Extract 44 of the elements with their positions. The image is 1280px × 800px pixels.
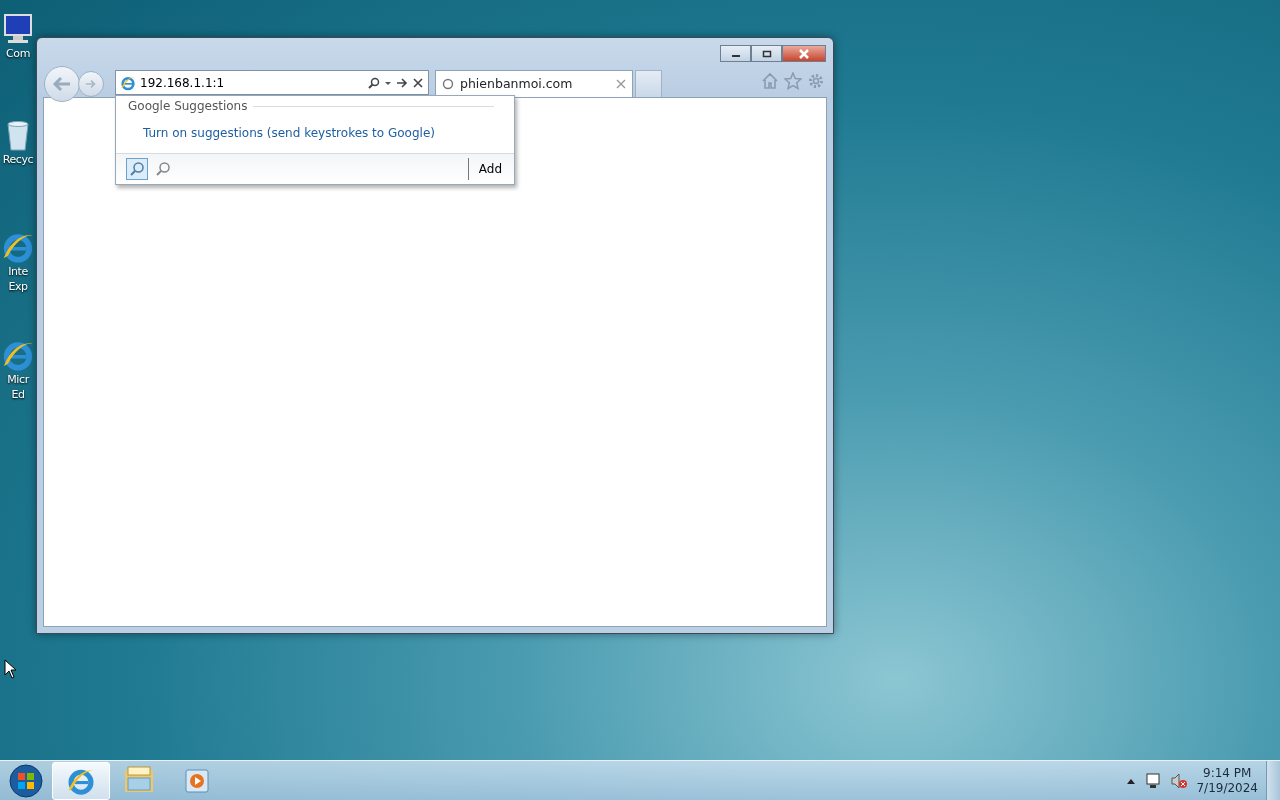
browser-tab[interactable]: phienbanmoi.com (435, 70, 633, 97)
clock[interactable]: 9:14 PM 7/19/2024 (1196, 765, 1258, 796)
clock-date: 7/19/2024 (1196, 780, 1258, 796)
close-icon (798, 48, 810, 59)
clock-time: 9:14 PM (1202, 765, 1253, 781)
maximize-button[interactable] (751, 45, 782, 62)
restore-icon (761, 49, 772, 58)
minimize-button[interactable] (720, 45, 751, 62)
muted-volume-icon[interactable] (1170, 771, 1189, 790)
icon-label: Ed (11, 387, 25, 402)
icon-label: Inte (8, 264, 28, 279)
media-player-icon (184, 767, 210, 794)
search-icon (155, 161, 171, 177)
icon-label: Recyc (2, 152, 34, 167)
mouse-cursor-icon (4, 659, 18, 679)
icon-label: Com (6, 46, 30, 61)
close-icon[interactable] (412, 76, 424, 89)
tab-title: phienbanmoi.com (460, 74, 574, 93)
add-button[interactable]: Add (467, 158, 514, 180)
suggestions-heading: Google Suggestions (128, 98, 248, 115)
favorites-star-icon[interactable] (784, 72, 802, 90)
back-arrow-icon (52, 76, 72, 92)
windows-logo-icon (9, 763, 43, 798)
browser-icon (120, 74, 136, 91)
settings-icon[interactable] (807, 72, 825, 90)
taskbar-button[interactable] (52, 761, 110, 800)
loading-icon (442, 78, 454, 90)
icon-label: Micr (7, 372, 29, 387)
new-tab-button[interactable] (635, 70, 662, 97)
search-icon (129, 161, 145, 177)
search-provider-button[interactable] (126, 158, 148, 180)
forward-arrow-icon (85, 78, 97, 90)
home-icon[interactable] (761, 72, 779, 90)
show-desktop-button[interactable] (1266, 760, 1280, 800)
forward-button[interactable] (78, 71, 104, 97)
computer-icon (1, 12, 35, 46)
suggestions-link[interactable]: Turn on suggestions (send keystrokes to Google) (143, 124, 435, 142)
address-bar[interactable]: 192.168.1.1:1 (115, 70, 429, 95)
network-icon[interactable] (1144, 771, 1163, 790)
icon-label: Exp (8, 279, 28, 294)
search-icon[interactable] (368, 76, 380, 89)
back-button[interactable] (44, 66, 80, 102)
close-button[interactable] (782, 45, 826, 62)
go-arrow-icon[interactable] (396, 76, 408, 89)
